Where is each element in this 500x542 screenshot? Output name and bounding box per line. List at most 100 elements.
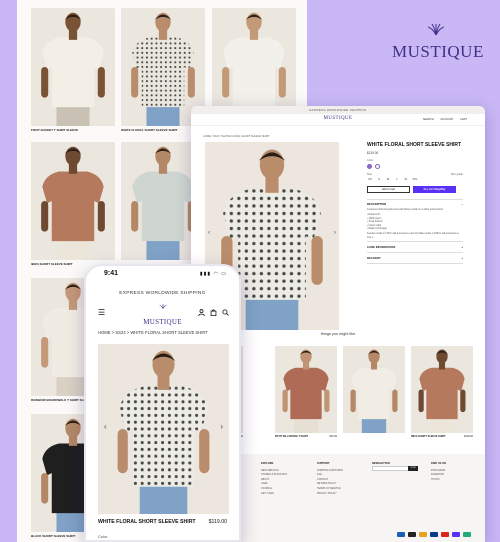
product-photo	[98, 344, 229, 514]
footer-heading: SUPPORT	[317, 462, 330, 465]
mobile-product-page: 9:41 ▮▮▮ ◠ ▭ EXPRESS WORLDWIDE SHIPPING …	[84, 264, 241, 542]
mobile-header-actions	[198, 309, 229, 318]
description-text: A summer shirt that pairs best with flow…	[367, 208, 443, 211]
footer-heading: FIND US ON	[431, 462, 446, 465]
shop-pay-button[interactable]: Buy with ShopPay	[413, 186, 456, 193]
nav-search-link[interactable]: SEARCH	[423, 118, 434, 121]
size-label: Size	[367, 173, 373, 176]
size-option[interactable]: XL	[403, 178, 409, 181]
product-caption: FRUIT BASKET T SHIRT SLEEVE	[31, 128, 79, 132]
product-photo	[343, 346, 405, 433]
mobile-header: ☰ MUSTIQUE	[86, 304, 239, 326]
product-caption: RAINBOW BOARDWALK T SHIRT SLEEVE	[31, 398, 92, 402]
grid-product-card[interactable]: FRUIT BASKET T SHIRT SLEEVE	[31, 8, 115, 134]
footer-support: SUPPORT SHIPPING & RETURNS FAQ CONTACT R…	[317, 462, 343, 496]
footer-link[interactable]: TIKTOK	[431, 478, 446, 483]
brand-logo: MUSTIQUE	[392, 23, 483, 62]
status-time: 9:41	[104, 270, 119, 277]
add-to-cart-button[interactable]: Add to Cart	[367, 186, 410, 193]
payment-icons	[397, 532, 471, 537]
shipping-banner: EXPRESS WORLDWIDE SHIPPING	[191, 106, 485, 114]
product-price: $119.00	[208, 519, 227, 525]
size-options: XS S M L XL XXL	[367, 178, 463, 181]
color-label: Color	[367, 159, 374, 162]
product-info: WHITE FLORAL SHORT SLEEVE SHIRT $119.00 …	[367, 142, 463, 265]
recommendation-card[interactable]	[343, 346, 405, 435]
palm-leaf-icon	[392, 23, 480, 38]
payment-card-icon	[397, 532, 405, 537]
product-photo	[31, 142, 115, 260]
recommendation-price: $79.00	[329, 435, 337, 438]
size-guide-link[interactable]: Size guide	[451, 173, 463, 176]
chevron-right-icon[interactable]: ›	[334, 230, 336, 236]
mobile-logo-text: MUSTIQUE	[143, 318, 182, 326]
footer-heading: EXPLORE	[261, 462, 274, 465]
payment-card-icon	[419, 532, 427, 537]
search-icon[interactable]	[222, 309, 229, 318]
plus-icon: +	[461, 245, 463, 250]
newsletter-join-button[interactable]: JOIN	[408, 466, 418, 471]
recommendation-name: PETIT BILLABONG T SHIRT	[275, 435, 309, 438]
minus-icon: –	[461, 202, 463, 206]
mobile-breadcrumb[interactable]: HOME > SS23 > WHITE FLORAL SHORT SLEEVE …	[86, 330, 239, 335]
color-swatches	[367, 164, 463, 169]
product-photo	[275, 346, 337, 433]
shipping-banner: EXPRESS WORLDWIDE SHIPPING	[119, 291, 206, 296]
delivery-heading: DELIVERY	[367, 256, 381, 261]
payment-card-icon	[463, 532, 471, 537]
signal-wifi-battery-icon: ▮▮▮ ◠ ▭	[199, 271, 227, 277]
chevron-left-icon[interactable]: ‹	[208, 230, 210, 236]
recommendation-name: IBIZA SHORT SLEEVE SHIRT	[411, 435, 446, 438]
description-heading: DESCRIPTION	[367, 202, 387, 206]
recommendation-card[interactable]: PETIT BILLABONG T SHIRT $79.00	[275, 346, 337, 438]
nav-account-link[interactable]: ACCOUNT	[440, 118, 453, 121]
account-icon[interactable]	[198, 309, 205, 318]
grid-product-card[interactable]: IBIZA SHORT SLEEVE SHIRT	[31, 142, 115, 268]
description-body: A summer shirt that pairs best with flow…	[367, 208, 463, 241]
size-option[interactable]: S	[376, 178, 382, 181]
payment-card-icon	[441, 532, 449, 537]
chevron-right-icon[interactable]: ›	[220, 422, 223, 431]
size-option[interactable]: XXL	[412, 178, 418, 181]
color-swatch[interactable]	[367, 164, 372, 169]
footer-link[interactable]: TERMS OF SERVICE	[317, 487, 343, 492]
product-photo	[31, 8, 115, 126]
nav-actions: SEARCH ACCOUNT CART	[417, 118, 467, 121]
recommendation-card[interactable]: IBIZA SHORT SLEEVE SHIRT $119.00	[411, 346, 473, 438]
care-heading: CARE INFORMATION	[367, 245, 396, 250]
product-price: $119.00	[367, 151, 379, 155]
product-caption: BLACK SHORT SLEEVE SHIRT	[31, 534, 76, 538]
description-note: Female model is 175cm tall and wears a s…	[367, 232, 459, 239]
color-label: Color	[98, 534, 108, 539]
care-accordion[interactable]: CARE INFORMATION +	[367, 241, 463, 252]
product-title: WHITE FLORAL SHORT SLEEVE SHIRT	[98, 519, 196, 525]
footer-explore: EXPLORE NEW ARRIVALS STORES & STOCKISTS …	[261, 462, 287, 496]
status-bar: 9:41 ▮▮▮ ◠ ▭	[86, 266, 239, 282]
bag-icon[interactable]	[210, 309, 217, 318]
plus-icon: +	[461, 256, 463, 261]
payment-card-icon	[430, 532, 438, 537]
recommendation-price: $119.00	[464, 435, 473, 438]
mobile-product-image: ‹ ›	[98, 344, 229, 514]
product-photo	[411, 346, 473, 433]
breadcrumb[interactable]: HOME / SS23 / WHITE FLORAL SHORT SLEEVE …	[203, 135, 270, 138]
product-title: WHITE FLORAL SHORT SLEEVE SHIRT	[367, 142, 462, 148]
description-accordion[interactable]: DESCRIPTION – A summer shirt that pairs b…	[367, 199, 463, 241]
size-option[interactable]: XS	[367, 178, 373, 181]
delivery-accordion[interactable]: DELIVERY +	[367, 252, 463, 265]
nav-cart-link[interactable]: CART	[460, 118, 467, 121]
mobile-title-row: WHITE FLORAL SHORT SLEEVE SHIRT $119.00	[98, 519, 227, 525]
chevron-left-icon[interactable]: ‹	[104, 422, 107, 431]
product-caption: WHITE FLORAL SHORT SLEEVE SHIRT	[121, 128, 178, 132]
shop-pay-label: ShopPay	[434, 188, 446, 191]
buy-with-label: Buy with	[423, 188, 434, 191]
footer-link[interactable]: PRIVACY POLICY	[317, 492, 343, 497]
footer-social: FIND US ON INSTAGRAM FACEBOOK TIKTOK	[431, 462, 446, 482]
size-option[interactable]: L	[394, 178, 400, 181]
product-caption: IBIZA SHORT SLEEVE SHIRT	[31, 262, 73, 266]
size-option[interactable]: M	[385, 178, 391, 181]
desktop-nav: MUSTIQUE SEARCH ACCOUNT CART	[191, 114, 485, 126]
footer-link[interactable]: GIFT CARD	[261, 492, 287, 497]
color-swatch[interactable]	[375, 164, 380, 169]
description-bullet: • Made in Portugal	[367, 227, 387, 231]
